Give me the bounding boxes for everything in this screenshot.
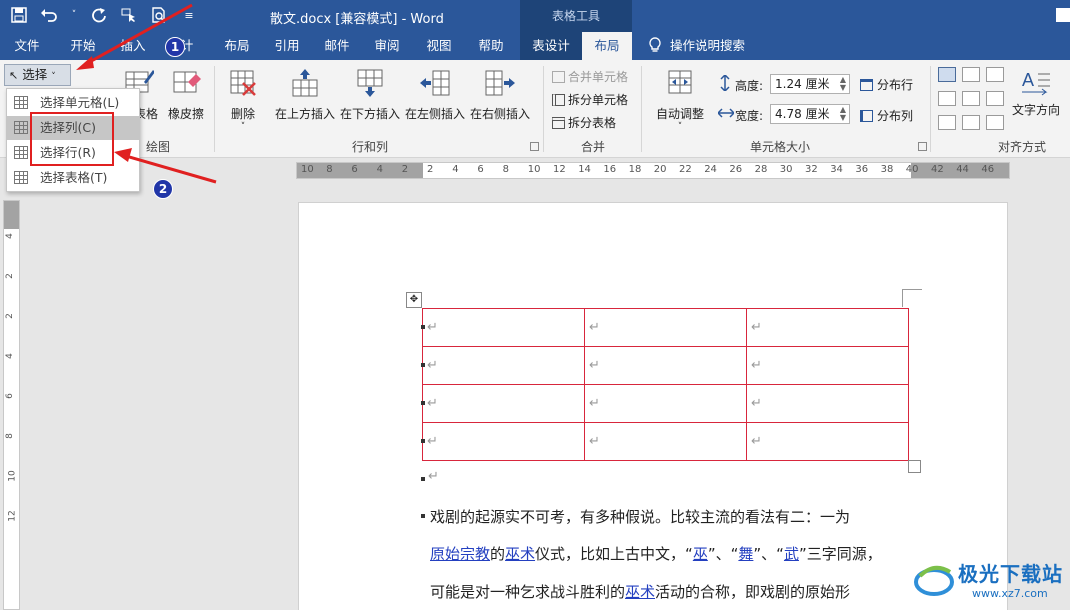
step-badge-2: 2	[153, 179, 173, 199]
annotation-arrows	[76, 3, 217, 184]
watermark-url: www.xz7.com	[972, 587, 1048, 600]
watermark-logo-icon	[914, 565, 954, 596]
watermark-title: 极光下载站	[958, 562, 1063, 586]
watermark: 极光下载站 www.xz7.com	[912, 556, 1070, 606]
step-badge-1: 1	[165, 37, 185, 57]
